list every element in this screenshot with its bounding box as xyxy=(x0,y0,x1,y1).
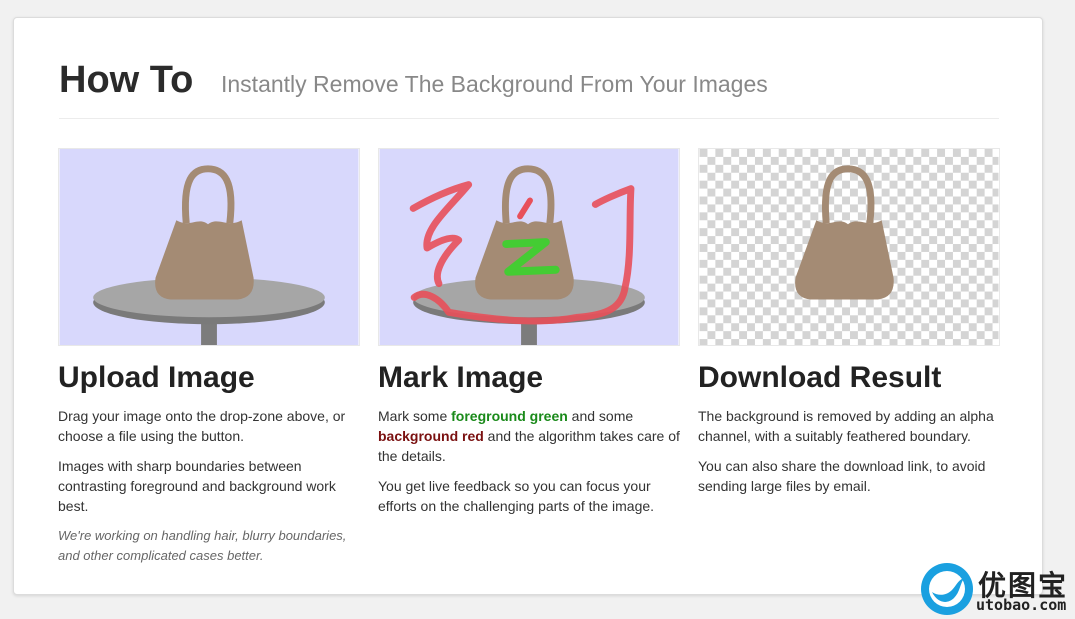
background-highlight: background red xyxy=(378,428,484,444)
step-note: We're working on handling hair, blurry b… xyxy=(58,528,347,563)
step-download: Download Result The background is remove… xyxy=(698,148,1001,496)
step-text: Drag your image onto the drop-zone above… xyxy=(58,408,346,444)
step-heading: Upload Image xyxy=(58,361,255,394)
step-text: You can also share the download link, to… xyxy=(698,458,986,494)
step-text: The background is removed by adding an a… xyxy=(698,408,994,444)
step-mark: Mark Image Mark some foreground green an… xyxy=(378,148,681,516)
text-part: Mark some xyxy=(378,408,452,424)
bird-logo-icon xyxy=(921,563,973,615)
mark-preview-image xyxy=(378,148,680,346)
result-preview-image xyxy=(698,148,1000,346)
page-subtitle: Instantly Remove The Background From You… xyxy=(221,71,768,97)
foreground-highlight: foreground green xyxy=(451,408,568,424)
upload-preview-image xyxy=(58,148,360,346)
watermark-logo: 优图宝 utobao.com xyxy=(918,560,1075,619)
step-upload: Upload Image Drag your image onto the dr… xyxy=(58,148,361,566)
watermark-url-text: utobao.com xyxy=(976,596,1067,614)
step-text: Mark some foreground green and some back… xyxy=(378,406,681,466)
step-heading: Mark Image xyxy=(378,361,544,394)
text-part: and some xyxy=(567,408,634,424)
step-heading: Download Result xyxy=(698,361,942,394)
how-to-header: How To Instantly Remove The Background F… xyxy=(59,58,999,119)
step-text: Images with sharp boundaries between con… xyxy=(58,458,336,514)
page-title: How To xyxy=(59,59,194,101)
step-text: You get live feedback so you can focus y… xyxy=(378,478,655,514)
